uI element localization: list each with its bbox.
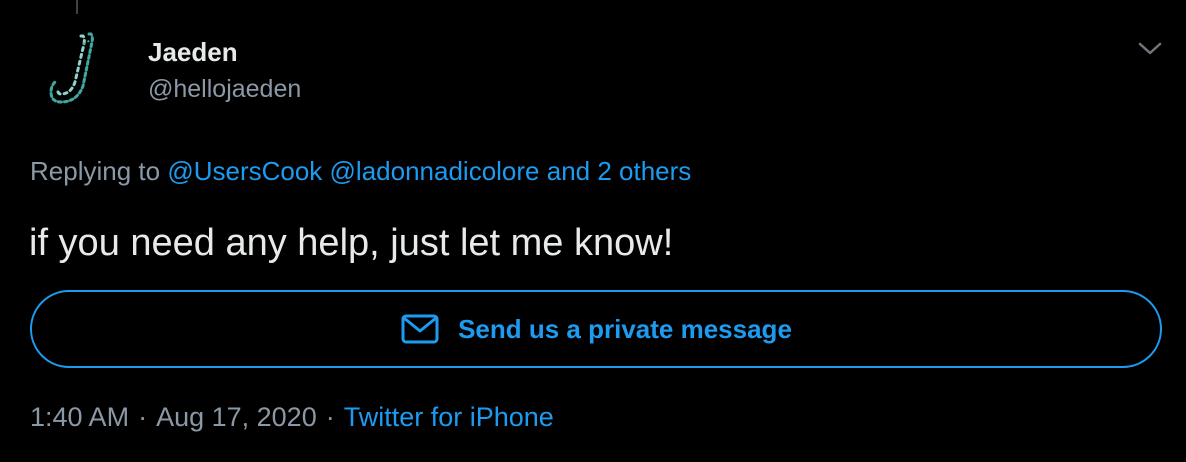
tweet-source-link[interactable]: Twitter for iPhone [344, 402, 554, 432]
author-name[interactable]: Jaeden [148, 36, 301, 68]
send-private-message-button[interactable]: Send us a private message [30, 290, 1162, 368]
mention-link[interactable]: @ladonnadicolore [330, 156, 540, 186]
author-block[interactable]: Jaeden @hellojaeden [148, 36, 301, 105]
letter-j-logo-icon [49, 32, 96, 104]
tweet-date[interactable]: Aug 17, 2020 [156, 402, 317, 432]
author-handle[interactable]: @hellojaeden [148, 73, 301, 105]
send-private-message-label: Send us a private message [458, 313, 792, 344]
tweet-meta: 1:40 AM · Aug 17, 2020 · Twitter for iPhone [30, 400, 554, 434]
chevron-down-icon[interactable] [1136, 38, 1164, 58]
tweet-text: if you need any help, just let me know! [29, 222, 674, 264]
meta-separator: · [138, 402, 148, 432]
others-link[interactable]: and 2 others [547, 156, 692, 186]
replying-to-line: Replying to @UsersCook @ladonnadicolore … [30, 154, 691, 188]
thread-connector-line [76, 0, 78, 14]
mention-link[interactable]: @UsersCook [167, 156, 322, 186]
meta-separator: · [325, 402, 335, 432]
replying-to-label: Replying to [30, 156, 161, 186]
tweet-time[interactable]: 1:40 AM [30, 402, 129, 432]
avatar[interactable] [31, 26, 123, 118]
envelope-icon [400, 313, 440, 345]
